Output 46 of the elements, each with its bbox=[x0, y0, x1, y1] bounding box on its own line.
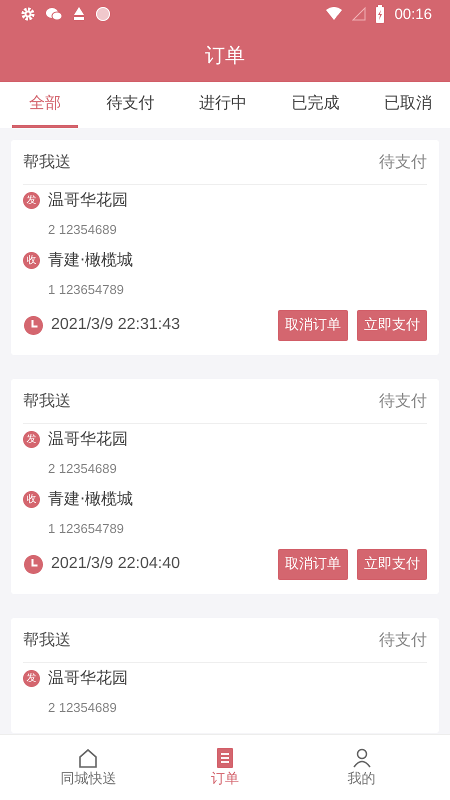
order-type: 帮我送 bbox=[23, 152, 71, 172]
badge: 发 bbox=[23, 670, 40, 686]
order-status: 待支付 bbox=[379, 630, 427, 650]
list-icon bbox=[215, 748, 235, 768]
phone-number: 1 123654789 bbox=[47, 281, 125, 299]
tab[interactable]: 进行中 bbox=[183, 82, 263, 128]
order-time: 2021/3/9 22:04:40 bbox=[51, 555, 182, 573]
badge: 发 bbox=[23, 192, 40, 208]
phone-number: 1 123654789 bbox=[47, 520, 125, 538]
order-time: 2021/3/9 22:31:43 bbox=[51, 316, 182, 334]
nav-item[interactable]: 我的 bbox=[293, 735, 430, 800]
tab[interactable]: 已取消 bbox=[368, 82, 448, 128]
tab[interactable]: 待支付 bbox=[90, 82, 170, 128]
circle-icon bbox=[95, 6, 111, 22]
order-type: 帮我送 bbox=[23, 390, 71, 412]
badge: 收 bbox=[23, 490, 40, 508]
nav-item[interactable]: 同城快送 bbox=[20, 735, 157, 800]
person-icon bbox=[352, 748, 372, 768]
clock-icon bbox=[23, 314, 44, 336]
home-icon bbox=[78, 748, 98, 768]
order-action-button[interactable]: 立即支付 bbox=[357, 548, 427, 580]
phone-number: 2 12354689 bbox=[47, 699, 118, 717]
order-action-button[interactable]: 立即支付 bbox=[357, 310, 427, 340]
nav-item[interactable]: 订单 bbox=[156, 735, 294, 800]
phone-number: 2 12354689 bbox=[47, 460, 118, 478]
badge: 发 bbox=[23, 430, 40, 448]
clock-time: 00:16 bbox=[394, 6, 432, 22]
order-status: 待支付 bbox=[379, 152, 427, 172]
phone-number: 2 12354689 bbox=[47, 221, 118, 239]
place-name: 温哥华花园 bbox=[48, 668, 128, 688]
place-name: 温哥华花园 bbox=[48, 428, 128, 450]
badge: 收 bbox=[23, 252, 40, 268]
clock-icon bbox=[23, 554, 44, 574]
order-status: 待支付 bbox=[379, 390, 427, 412]
place-name: 青建·橄榄城 bbox=[48, 488, 134, 510]
signal-icon bbox=[352, 6, 366, 22]
place-name: 温哥华花园 bbox=[48, 190, 128, 210]
settings-icon bbox=[20, 6, 36, 22]
place-name: 青建·橄榄城 bbox=[48, 250, 134, 270]
battery-icon bbox=[375, 5, 386, 23]
chat-bubbles-icon bbox=[45, 6, 63, 22]
order-action-button[interactable]: 取消订单 bbox=[278, 310, 348, 340]
order-action-button[interactable]: 取消订单 bbox=[278, 548, 348, 580]
page-title: 订单 bbox=[205, 42, 245, 68]
tab[interactable]: 已完成 bbox=[276, 82, 356, 128]
order-type: 帮我送 bbox=[23, 630, 71, 650]
